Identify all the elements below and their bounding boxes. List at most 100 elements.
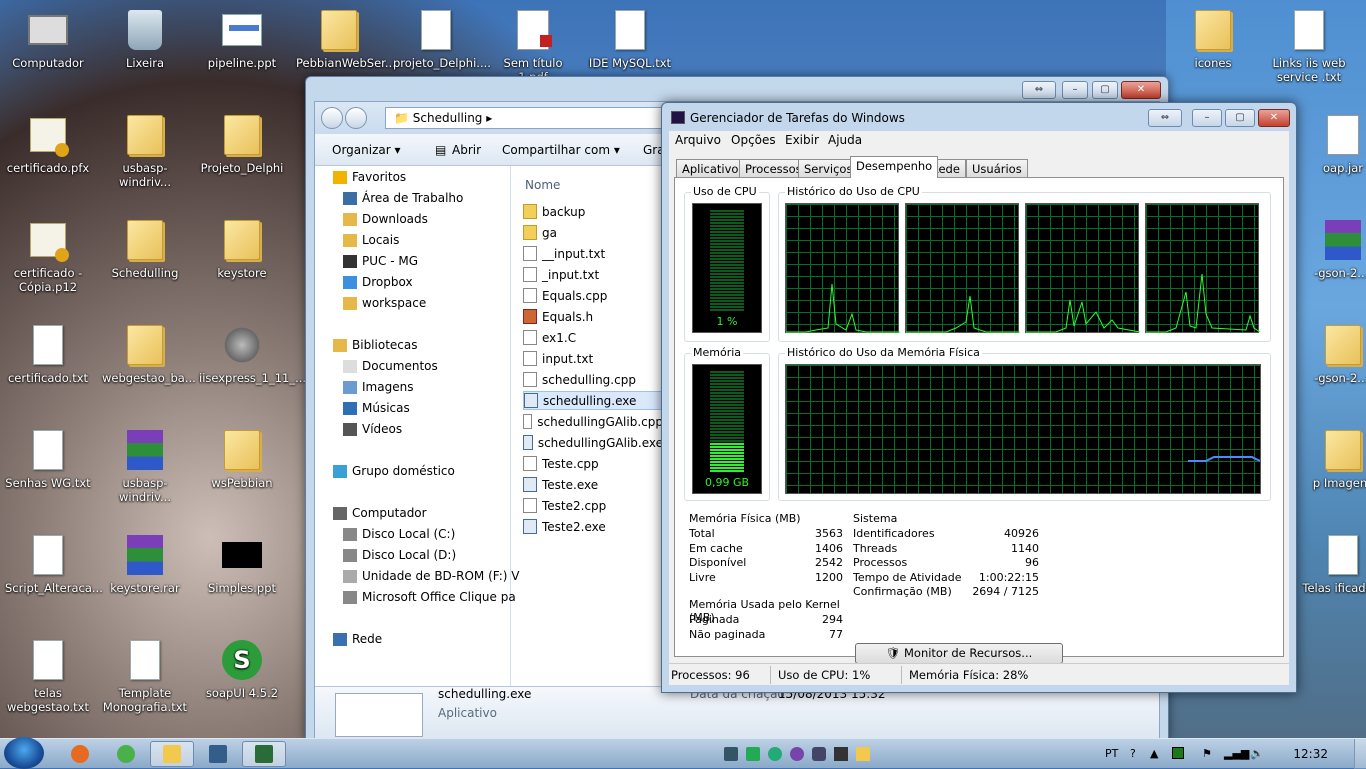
desktop-icon[interactable]: oap.jar [1300,113,1366,175]
menu-arquivo[interactable]: Arquivo [675,133,721,147]
desktop-icon[interactable]: certificado - Cópia.p12 [5,218,91,294]
desktop-icon[interactable]: Projeto_Delphi [199,113,285,175]
task-manager-taskbar-button[interactable] [242,741,286,767]
desktop-icon[interactable]: Sem título 1.pdf [490,8,576,84]
file-row[interactable]: _input.txt [523,265,663,284]
network-icon[interactable]: ▂▄▆ [1224,747,1249,760]
folder-icon[interactable] [856,747,870,761]
minimize-button[interactable]: – [1062,81,1088,99]
volume-icon[interactable]: 🔈 [1250,747,1264,760]
share-button[interactable]: Compartilhar com ▾ [502,143,620,157]
nav-item[interactable]: Unidade de BD-ROM (F:) V [343,567,519,585]
film-icon[interactable] [834,747,848,761]
tray-app-icon[interactable] [790,747,804,761]
tab-desempenho[interactable]: Desempenho [850,156,939,178]
help-icon[interactable]: ? [1130,747,1136,760]
forward-icon[interactable] [345,107,367,129]
nav-item[interactable]: Documentos [343,357,438,375]
file-row[interactable]: input.txt [523,349,663,368]
close-button[interactable]: ✕ [1258,109,1290,127]
menu-ajuda[interactable]: Ajuda [828,133,862,147]
desktop-icon[interactable]: webgestao_ba... [102,323,196,385]
desktop-icon[interactable]: Simples.ppt [199,533,285,595]
file-row[interactable]: Teste.exe [523,475,663,494]
open-button[interactable]: Abrir [452,143,481,157]
file-row[interactable]: ga [523,223,663,242]
clock[interactable]: 12:32 [1293,747,1328,761]
desktop-icon[interactable]: IDE MySQL.txt [587,8,673,70]
desktop-icon[interactable]: SsoapUI 4.5.2 [199,638,285,700]
arduino-icon[interactable] [768,747,782,761]
nav-item[interactable]: Locais [343,231,399,249]
file-row[interactable]: schedulling.cpp [523,370,663,389]
desktop-icon[interactable]: telas webgestao.txt [5,638,91,714]
file-row[interactable]: Teste2.exe [523,517,663,536]
desktop-icon[interactable]: Lixeira [102,8,188,70]
desktop-icon[interactable]: keystore.rar [102,533,188,595]
snap-button[interactable]: ⇔ [1022,81,1056,99]
menu-exibir[interactable]: Exibir [785,133,819,147]
file-row[interactable]: Teste.cpp [523,454,663,473]
nav-item[interactable]: Rede [333,630,382,648]
snap-button[interactable]: ⇔ [1148,109,1182,127]
close-button[interactable]: ✕ [1121,81,1161,99]
file-row[interactable]: __input.txt [523,244,663,263]
tray-app-icon[interactable] [746,747,760,761]
desktop-icon[interactable]: p Imagens [1300,428,1366,490]
organize-button[interactable]: Organizar ▾ [332,143,401,157]
tab-usuarios[interactable]: Usuários [966,159,1028,177]
show-desktop-button[interactable] [1354,739,1366,769]
nav-item[interactable]: Imagens [343,378,413,396]
desktop-icon[interactable]: Senhas WG.txt [5,428,91,490]
nav-item[interactable]: PUC - MG [343,252,418,270]
file-row[interactable]: ex1.C [523,328,663,347]
desktop-icon[interactable]: Template Monografia.txt [102,638,188,714]
explorer-taskbar-button[interactable] [150,741,194,767]
nav-item[interactable]: Dropbox [343,273,413,291]
desktop-icon[interactable]: -gson-2.... [1300,323,1366,385]
menu-opcoes[interactable]: Opções [731,133,776,147]
desktop-icon[interactable]: iisexpress_1_11_... [199,323,306,385]
desktop-icon[interactable]: usbasp-windriv... [102,113,188,189]
tray-app-icon[interactable] [724,747,738,761]
file-row[interactable]: schedullingGAlib.cpp [523,412,663,431]
desktop-icon[interactable]: usbasp-windriv... [102,428,188,504]
file-row[interactable]: backup [523,202,663,221]
maximize-button[interactable]: ▢ [1225,109,1255,127]
chrome-taskbar-button[interactable] [104,741,148,767]
nav-item[interactable]: Grupo doméstico [333,462,455,480]
nav-item[interactable]: Disco Local (D:) [343,546,456,564]
nav-item[interactable]: Músicas [343,399,410,417]
nav-item[interactable]: Favoritos [333,168,406,186]
desktop-icon[interactable]: pipeline.ppt [199,8,285,70]
nav-item[interactable]: Downloads [343,210,428,228]
name-column-header[interactable]: Nome [525,178,560,192]
nav-item[interactable]: Microsoft Office Clique pa [343,588,516,606]
desktop-icon[interactable]: PebbianWebSer... [296,8,396,70]
desktop-icon[interactable]: keystore [199,218,285,280]
desktop-icon[interactable]: Telas ificada... [1300,533,1366,595]
file-row[interactable]: schedulling.exe [523,391,663,410]
gamepad-icon[interactable] [812,747,826,761]
file-row[interactable]: schedullingGAlib.exe [523,433,663,452]
language-indicator[interactable]: PT [1105,747,1118,760]
desktop-icon[interactable]: Schedulling [102,218,188,280]
maximize-button[interactable]: ▢ [1092,81,1118,99]
nav-item[interactable]: Computador [333,504,427,522]
desktop-icon[interactable]: -gson-2.... [1300,218,1366,280]
nav-item[interactable]: Bibliotecas [333,336,417,354]
minimize-button[interactable]: – [1192,109,1222,127]
app-taskbar-button[interactable] [196,741,240,767]
file-row[interactable]: Teste2.cpp [523,496,663,515]
desktop-icon[interactable]: projeto_Delphi.... [393,8,491,70]
nav-item[interactable]: Vídeos [343,420,402,438]
firefox-taskbar-button[interactable] [58,741,102,767]
desktop-icon[interactable]: icones [1170,8,1256,70]
task-manager-window[interactable]: Gerenciador de Tarefas do Windows ⇔ – ▢ … [661,102,1297,693]
desktop-icon[interactable]: Links iis web service .txt [1266,8,1352,84]
back-icon[interactable] [321,107,343,129]
desktop-icon[interactable]: certificado.txt [5,323,91,385]
desktop-icon[interactable]: Computador [5,8,91,70]
desktop-icon[interactable]: wsPebbian [199,428,285,490]
desktop-icon[interactable]: Script_Alteraca... [5,533,103,595]
